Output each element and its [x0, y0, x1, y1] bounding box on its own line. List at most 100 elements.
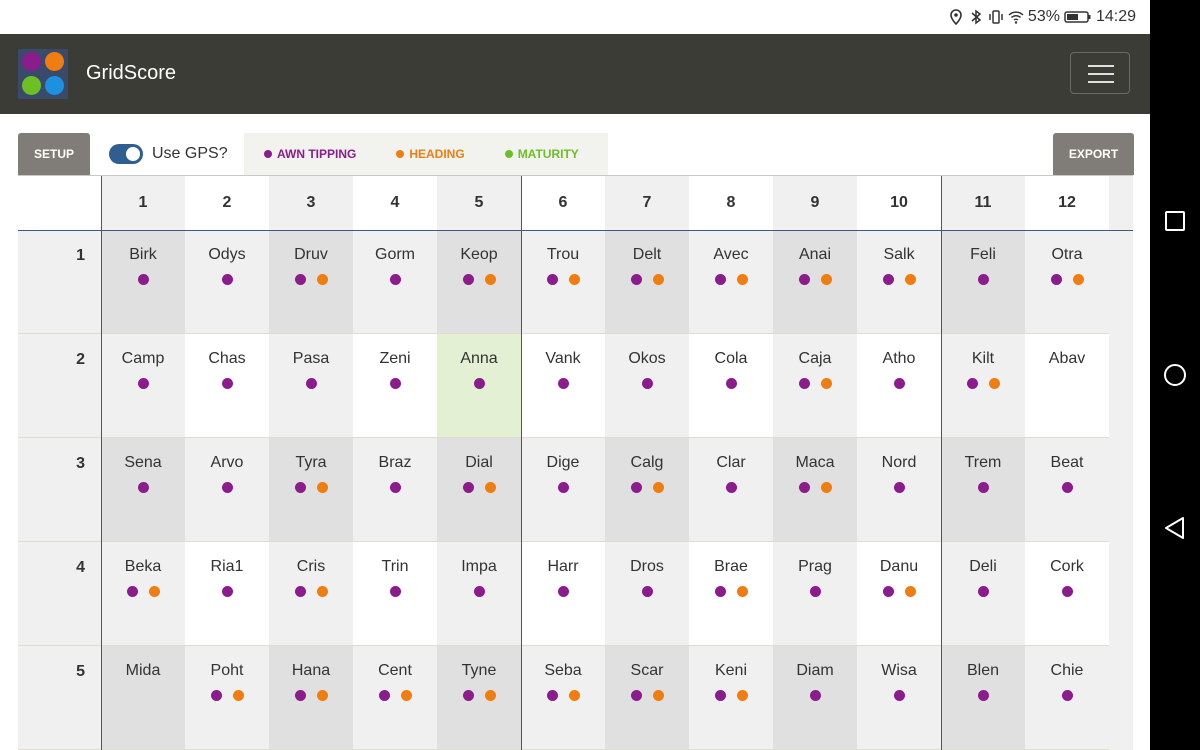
grid-cell[interactable]: Tyra — [269, 438, 353, 542]
grid-cell[interactable]: Anai — [773, 230, 857, 334]
grid-cell[interactable]: Otra — [1025, 230, 1109, 334]
grid-cell[interactable]: Cris — [269, 542, 353, 646]
grid-cell[interactable]: Wisa — [857, 646, 941, 750]
home-icon[interactable] — [1163, 363, 1187, 387]
toggle-knob — [126, 147, 140, 161]
grid-cell[interactable]: Danu — [857, 542, 941, 646]
plot-name: Braz — [378, 454, 412, 471]
plot-name: Keop — [460, 246, 498, 263]
hamburger-menu-button[interactable] — [1070, 52, 1130, 94]
heading-status-dot — [736, 586, 748, 597]
heading-status-dot — [820, 482, 832, 493]
grid-cell[interactable]: Clar — [689, 438, 773, 542]
grid-cell[interactable]: Hana — [269, 646, 353, 750]
grid-cell[interactable]: Impa — [437, 542, 521, 646]
heading-status-dot — [652, 482, 664, 493]
grid-cell[interactable]: Cola — [689, 334, 773, 438]
grid-cell[interactable]: Druv — [269, 230, 353, 334]
grid-cell[interactable]: Braz — [353, 438, 437, 542]
grid-cell[interactable]: Anna — [437, 334, 521, 438]
trait-status-dots — [437, 274, 521, 285]
grid-cell[interactable]: Abav — [1025, 334, 1109, 438]
awn-status-dot — [294, 274, 306, 285]
grid-cell[interactable]: Gorm — [353, 230, 437, 334]
grid-cell[interactable]: Delt — [605, 230, 689, 334]
trait-status-dots — [269, 482, 353, 493]
grid-cell[interactable]: Arvo — [185, 438, 269, 542]
grid-cell[interactable]: Pasa — [269, 334, 353, 438]
awn-status-dot — [966, 378, 978, 389]
grid-cell[interactable]: Cent — [353, 646, 437, 750]
trait-status-dots — [941, 274, 1025, 285]
grid-cell[interactable]: Deli — [941, 542, 1025, 646]
grid-cell[interactable]: Zeni — [353, 334, 437, 438]
grid-cell[interactable]: Maca — [773, 438, 857, 542]
grid-cell[interactable]: Poht — [185, 646, 269, 750]
grid-cell[interactable]: Prag — [773, 542, 857, 646]
recents-icon[interactable] — [1163, 209, 1187, 233]
back-icon[interactable] — [1163, 516, 1187, 540]
trait-status-dots — [857, 586, 941, 597]
gps-toggle[interactable] — [109, 144, 143, 164]
grid-cell[interactable]: Okos — [605, 334, 689, 438]
grid-cell[interactable]: Birk — [101, 230, 185, 334]
grid-cell[interactable]: Nord — [857, 438, 941, 542]
trait-heading[interactable]: HEADING — [396, 147, 465, 161]
grid-cell[interactable]: Keni — [689, 646, 773, 750]
plot-name: Dige — [546, 454, 580, 471]
grid-cell[interactable]: Salk — [857, 230, 941, 334]
grid-cell[interactable]: Beka — [101, 542, 185, 646]
grid-cell[interactable]: Diam — [773, 646, 857, 750]
grid-cell[interactable]: Vank — [521, 334, 605, 438]
setup-button[interactable]: SETUP — [18, 133, 90, 175]
trait-status-dots — [353, 274, 437, 285]
grid-cell[interactable]: Kilt — [941, 334, 1025, 438]
awn-status-dot — [714, 690, 726, 701]
awn-status-dot — [221, 274, 233, 285]
grid-cell[interactable]: Cork — [1025, 542, 1109, 646]
grid-cell[interactable]: Camp — [101, 334, 185, 438]
trait-awn-tipping[interactable]: AWN TIPPING — [264, 147, 356, 161]
awn-status-dot — [1061, 482, 1073, 493]
grid-cell[interactable]: Dige — [521, 438, 605, 542]
grid-cell[interactable]: Caja — [773, 334, 857, 438]
grid-cell[interactable]: Atho — [857, 334, 941, 438]
export-button[interactable]: EXPORT — [1053, 133, 1134, 175]
grid-cell[interactable]: Tyne — [437, 646, 521, 750]
grid-cell[interactable]: Brae — [689, 542, 773, 646]
grid-cell[interactable]: Dros — [605, 542, 689, 646]
trait-label: MATURITY — [517, 147, 579, 161]
plot-name: Dros — [630, 558, 664, 575]
awn-status-dot — [641, 586, 653, 597]
grid-cell[interactable]: Avec — [689, 230, 773, 334]
grid-cell[interactable]: Trem — [941, 438, 1025, 542]
grid-cell[interactable]: Keop — [437, 230, 521, 334]
trait-status-dots — [101, 274, 185, 285]
grid-cell[interactable]: Mida — [101, 646, 185, 750]
grid-cell[interactable]: Ria1 — [185, 542, 269, 646]
grid-cell[interactable]: Chie — [1025, 646, 1109, 750]
grid-cell[interactable]: Odys — [185, 230, 269, 334]
app-logo — [18, 49, 68, 99]
grid-cell[interactable]: Dial — [437, 438, 521, 542]
grid-cell[interactable]: Trin — [353, 542, 437, 646]
column-header: 10 — [857, 176, 941, 230]
awn-status-dot — [977, 274, 989, 285]
grid-cell[interactable]: Seba — [521, 646, 605, 750]
trait-maturity[interactable]: MATURITY — [504, 147, 579, 161]
app-window: 53% 14:29 GridScore SETUP Use GPS? AWN T… — [0, 0, 1150, 750]
trait-status-dots — [605, 378, 689, 389]
grid-cell[interactable]: Feli — [941, 230, 1025, 334]
grid-cell[interactable]: Scar — [605, 646, 689, 750]
grid-cell[interactable]: Calg — [605, 438, 689, 542]
grid-cell[interactable]: Beat — [1025, 438, 1109, 542]
grid-cell[interactable]: Sena — [101, 438, 185, 542]
plot-name: Abav — [1048, 350, 1086, 367]
grid-cell[interactable]: Trou — [521, 230, 605, 334]
awn-status-dot — [809, 690, 821, 701]
grid-cell[interactable]: Chas — [185, 334, 269, 438]
trait-status-dots — [689, 274, 773, 285]
trait-status-dots — [1025, 586, 1109, 597]
grid-cell[interactable]: Harr — [521, 542, 605, 646]
grid-cell[interactable]: Blen — [941, 646, 1025, 750]
